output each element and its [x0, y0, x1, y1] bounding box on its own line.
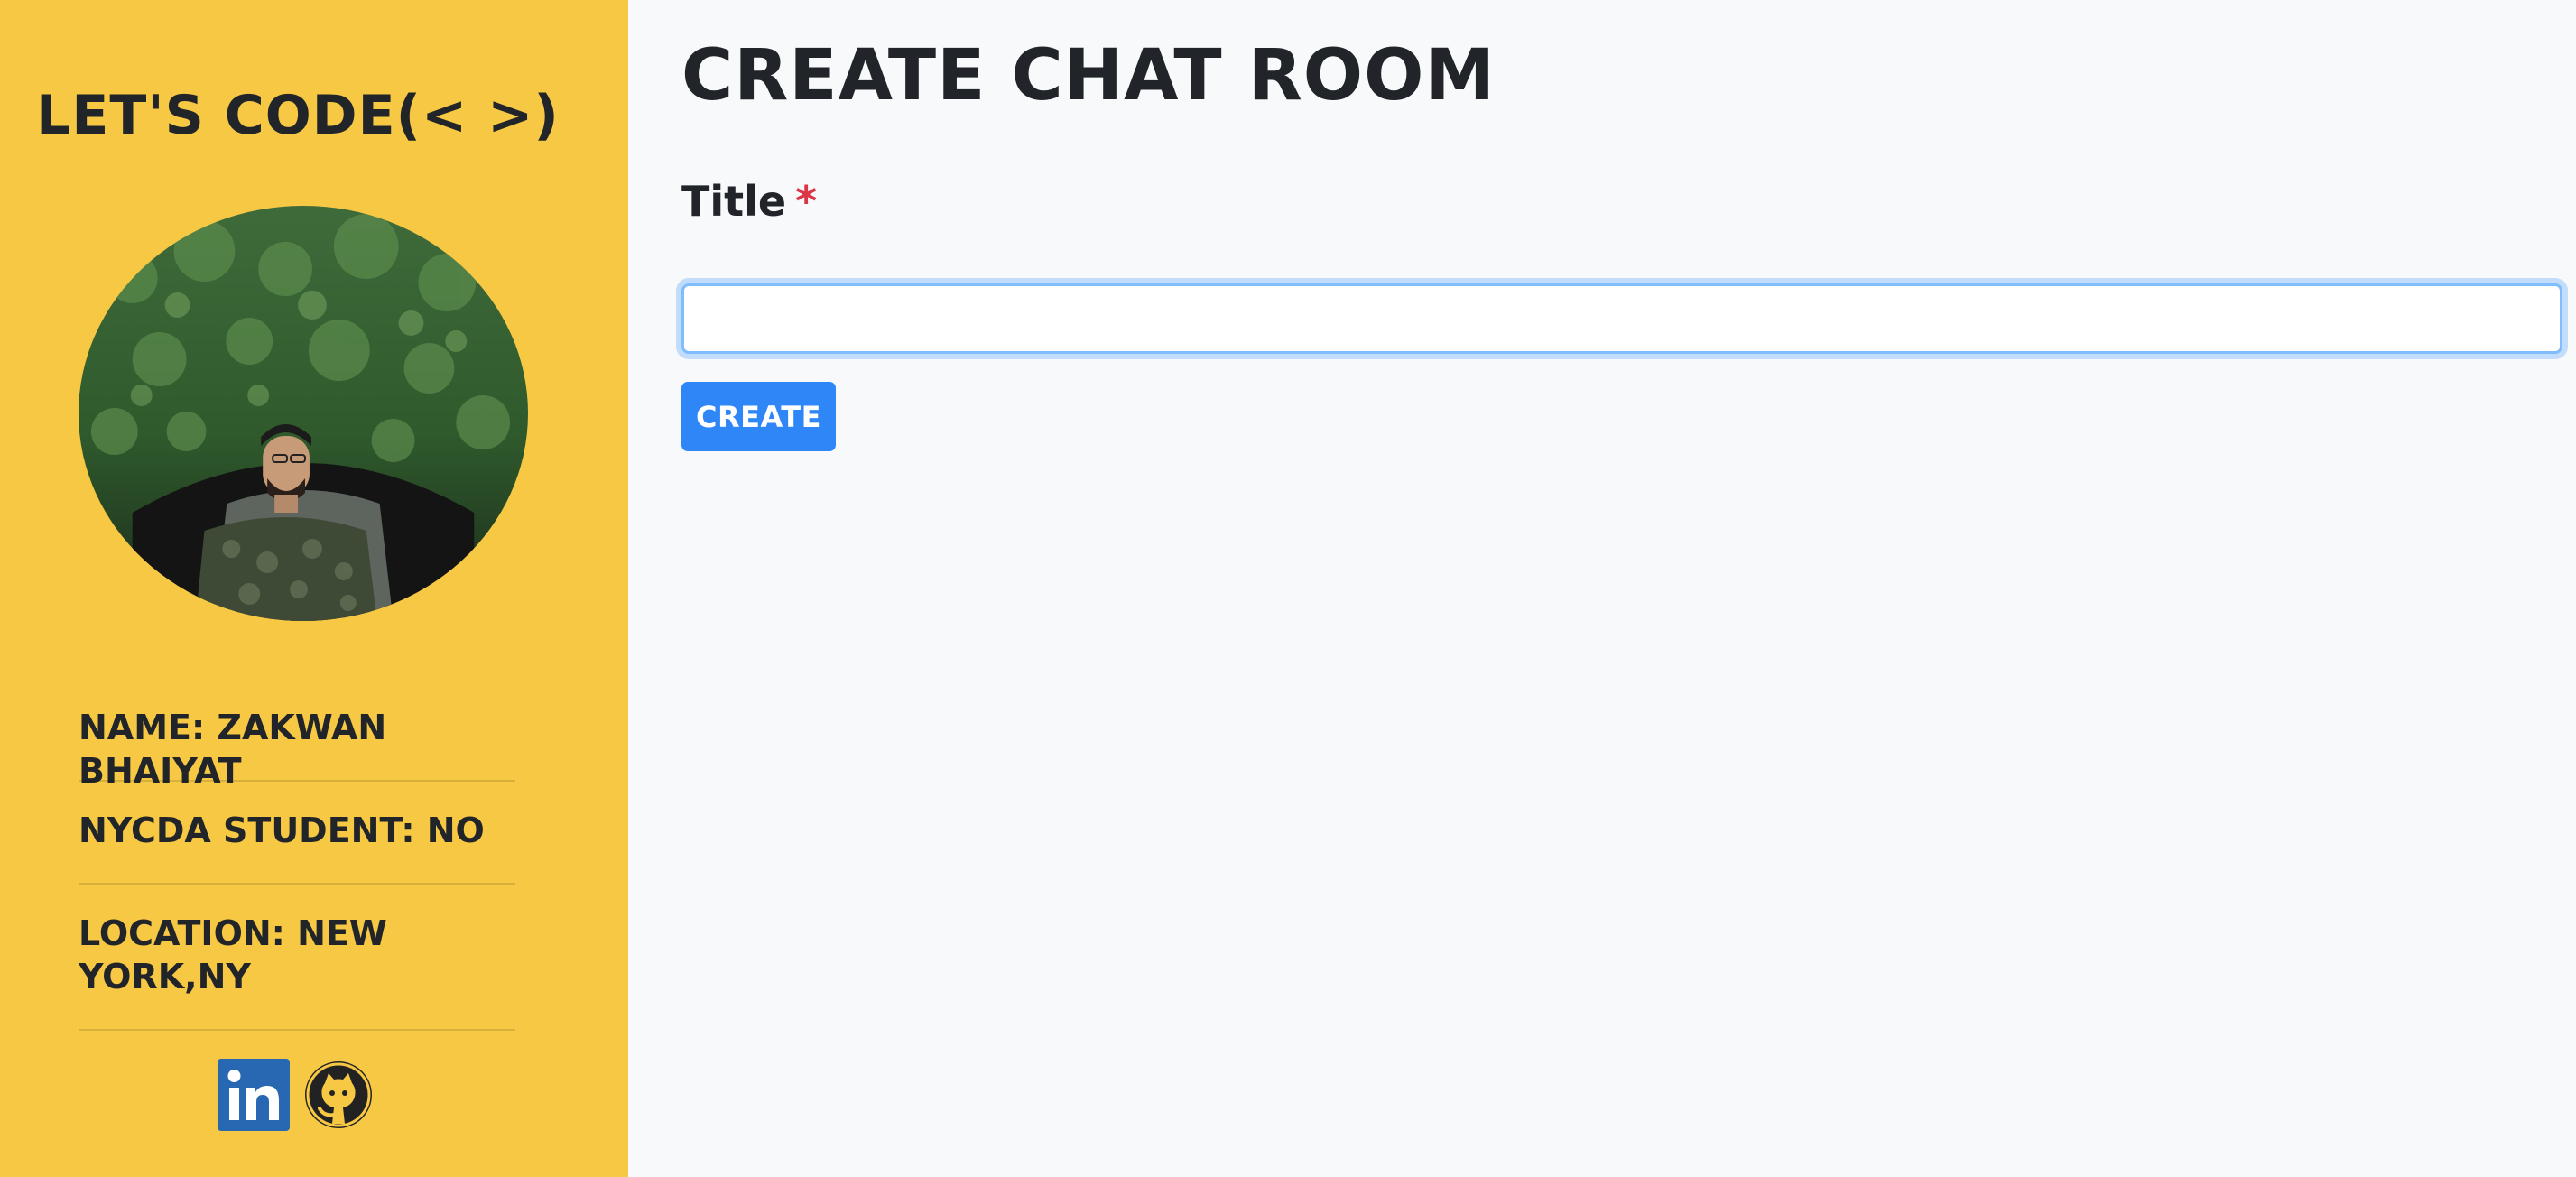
title-label-text: Title — [681, 177, 787, 226]
linkedin-icon — [218, 1059, 290, 1131]
github-icon — [305, 1061, 372, 1128]
sidebar: LET'S CODE(< >) NAME: ZAKWAN BHAIYAT NYC… — [0, 0, 628, 1177]
profile-student-status: NYCDA STUDENT: NO — [79, 811, 485, 850]
divider — [79, 780, 515, 782]
divider — [79, 883, 515, 885]
divider — [79, 1029, 515, 1031]
page-title: CREATE CHAT ROOM — [681, 35, 1496, 116]
title-input[interactable] — [681, 283, 2562, 354]
profile-location: LOCATION: NEW YORK,NY — [79, 913, 387, 996]
brand-title: LET'S CODE(< >) — [36, 84, 560, 147]
social-links — [218, 1059, 375, 1131]
create-button[interactable]: CREATE — [681, 382, 836, 451]
github-link[interactable] — [302, 1059, 375, 1131]
required-mark: * — [795, 177, 818, 226]
linkedin-link[interactable] — [218, 1059, 290, 1131]
title-field-label: Title * — [681, 175, 817, 227]
avatar — [79, 206, 528, 621]
